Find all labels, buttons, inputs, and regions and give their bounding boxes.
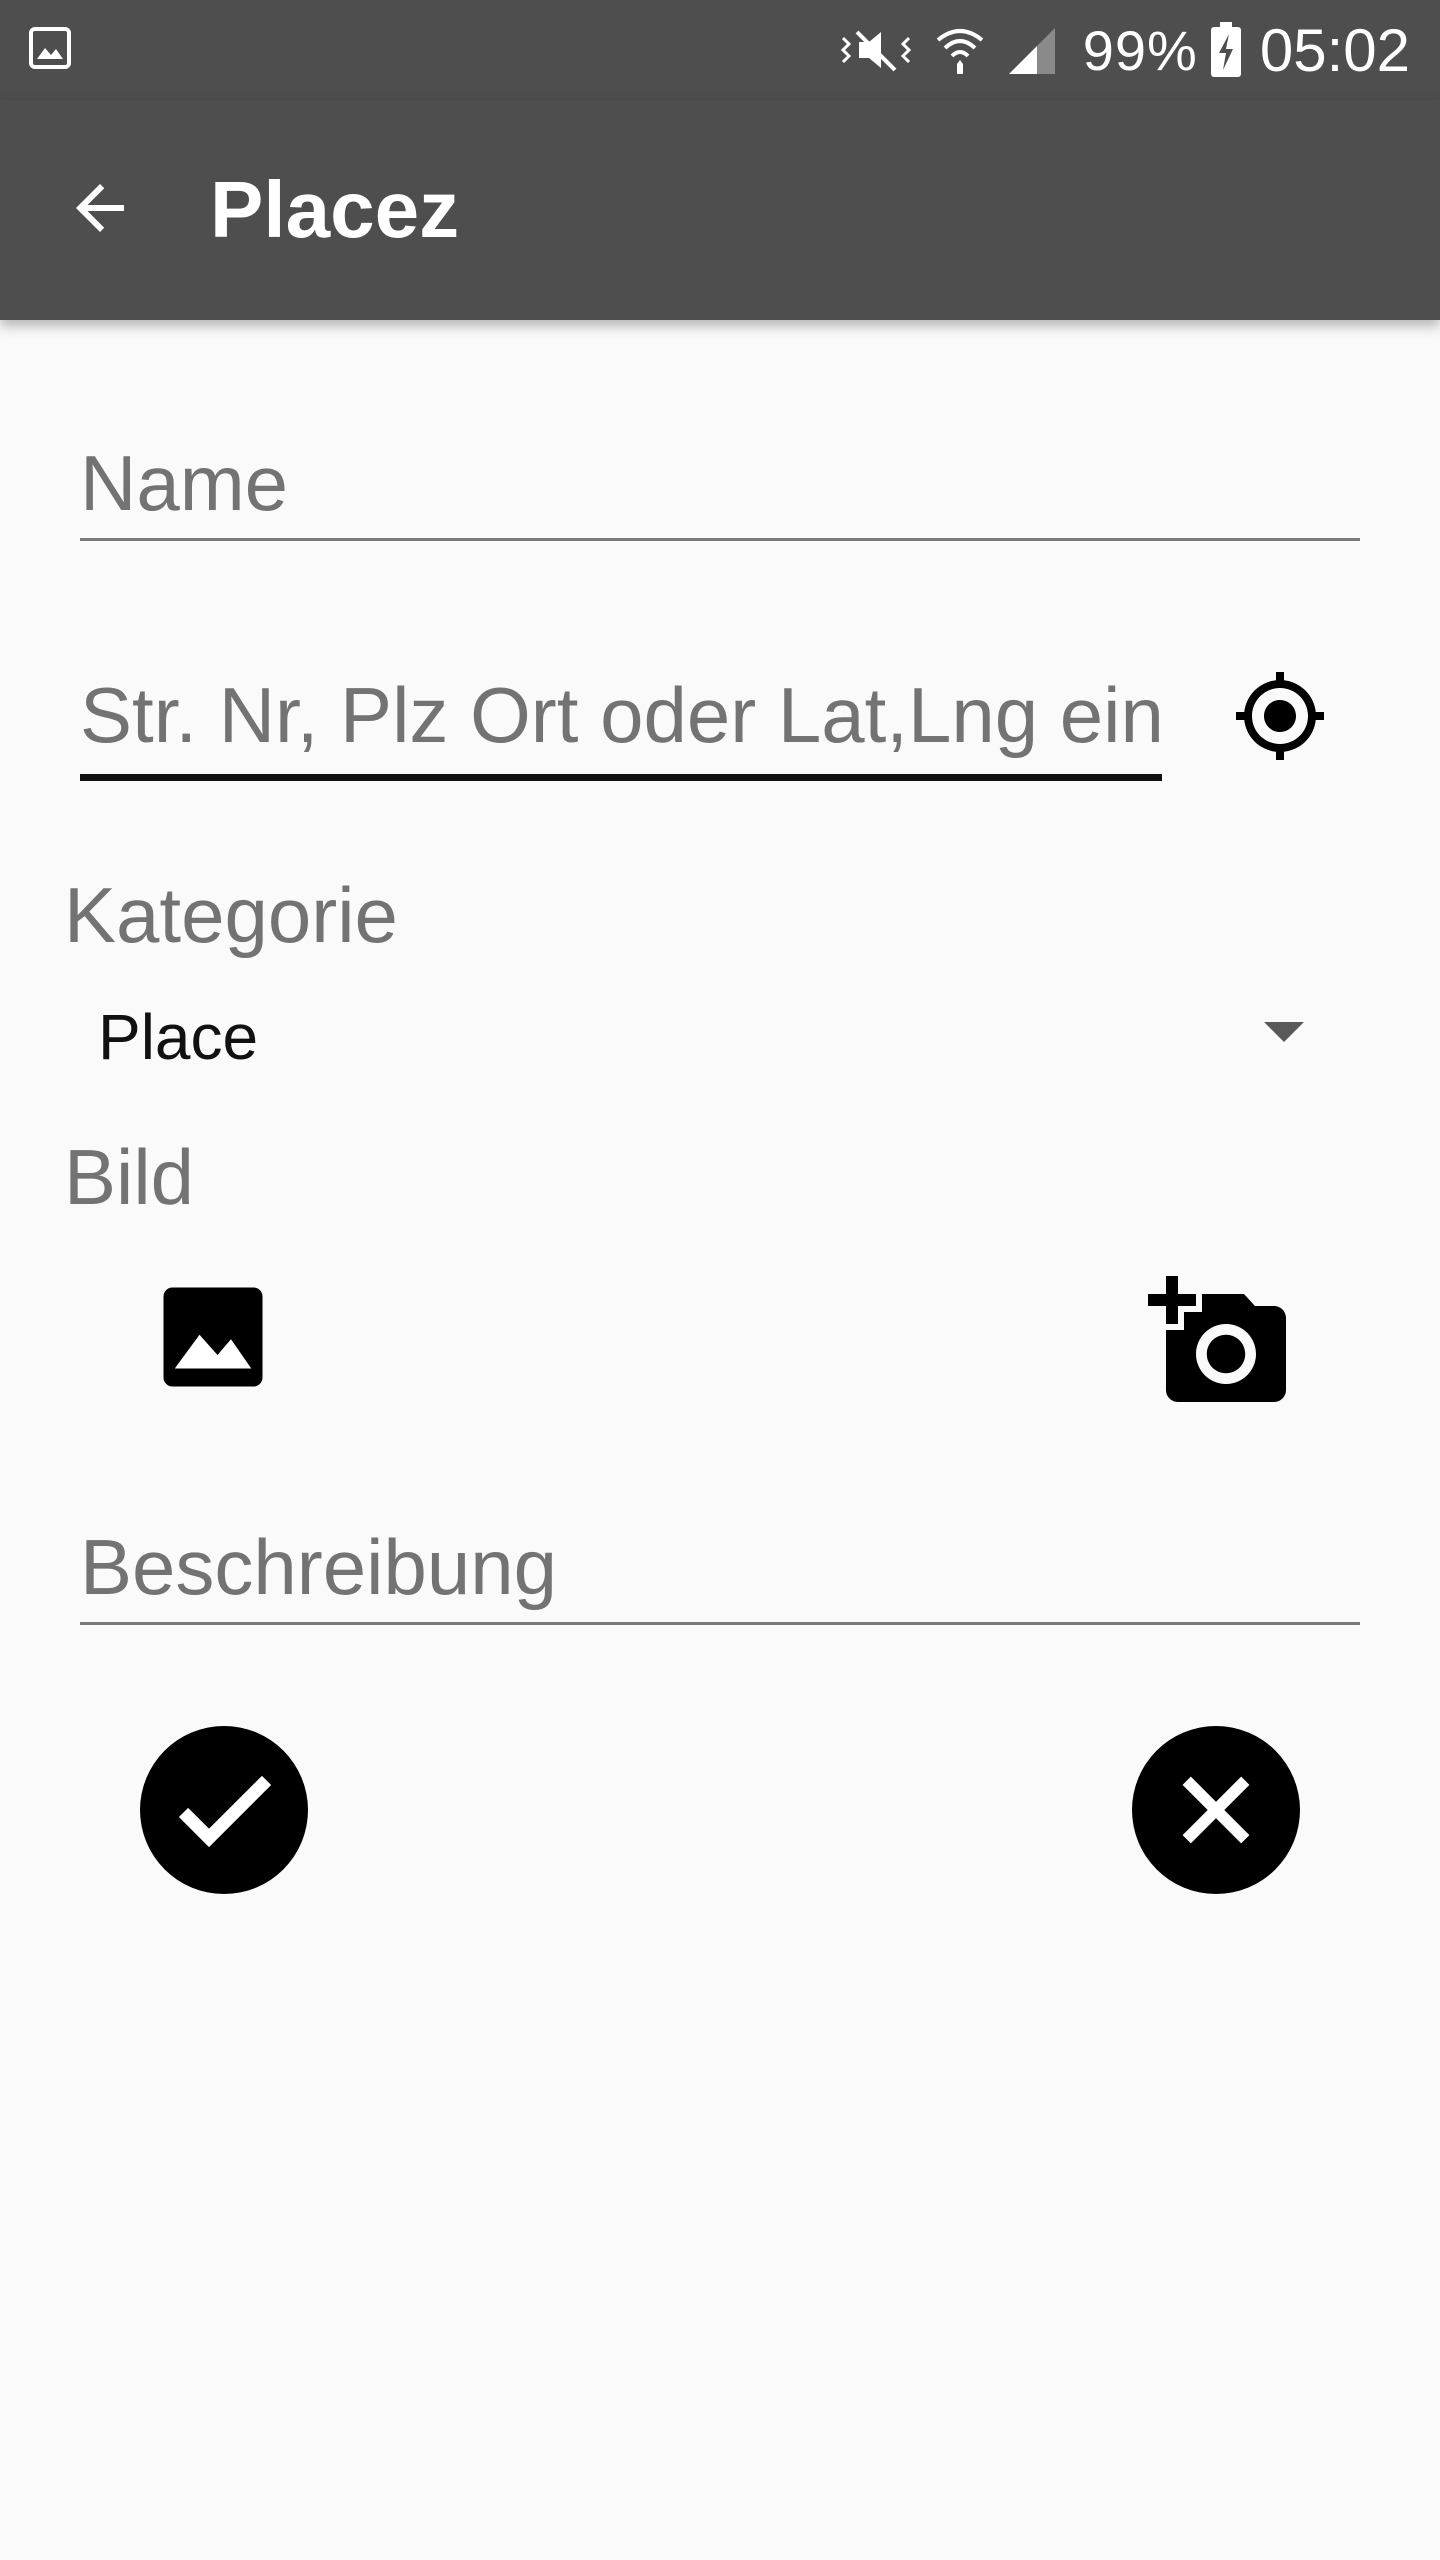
battery-percent: 99% [1082, 18, 1198, 82]
status-icons: 99% 05:02 [839, 0, 1410, 100]
status-time: 05:02 [1259, 16, 1410, 84]
pick-image-button[interactable] [148, 1272, 278, 1402]
wifi-icon [936, 29, 984, 74]
category-selected-value: Place [98, 1001, 259, 1073]
gps-fixed-icon [1236, 672, 1324, 760]
cell-signal-icon [1008, 28, 1055, 74]
back-button[interactable] [48, 156, 152, 260]
take-photo-button[interactable] [1140, 1262, 1300, 1422]
status-bar: 99% 05:02 [0, 0, 1440, 100]
close-icon [1182, 1776, 1250, 1844]
gallery-notification-icon [29, 27, 71, 69]
image-label: Bild [64, 1133, 195, 1221]
add-a-photo-icon [1148, 1276, 1286, 1402]
category-spinner[interactable]: Place [64, 980, 1334, 1090]
description-field[interactable] [80, 1512, 1360, 1625]
page-title: Placez [210, 165, 460, 254]
app-bar: Placez [0, 100, 1440, 320]
battery-charging-icon [1210, 22, 1241, 77]
image-icon [163, 1287, 263, 1387]
check-icon [178, 1775, 272, 1848]
confirm-button[interactable] [140, 1726, 308, 1894]
address-field[interactable] [80, 656, 1162, 781]
category-label: Kategorie [64, 871, 398, 959]
arrow-back-icon [76, 184, 124, 232]
cancel-button[interactable] [1132, 1726, 1300, 1894]
dropdown-arrow-icon [1264, 1022, 1304, 1042]
vibrate-icon [840, 30, 911, 72]
name-field[interactable] [80, 428, 1360, 541]
locate-button[interactable] [1228, 664, 1332, 768]
